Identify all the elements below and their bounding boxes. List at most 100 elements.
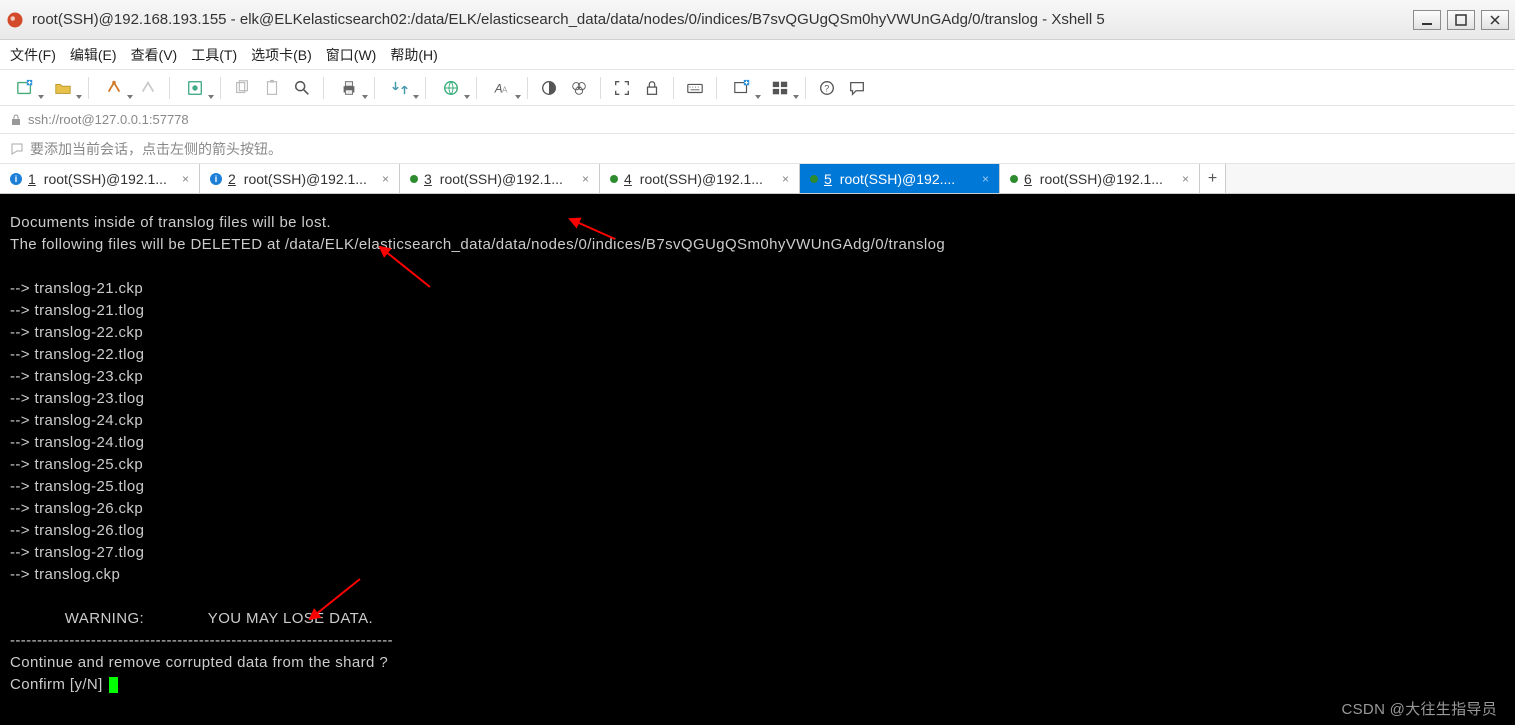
term-line: --> translog-22.ckp — [10, 324, 143, 341]
status-dot-icon — [610, 175, 618, 183]
term-line: Documents inside of translog files will … — [10, 214, 331, 231]
menu-options[interactable]: 选项卡(B) — [251, 45, 312, 65]
info-icon: i — [10, 173, 22, 185]
term-line: --> translog-26.ckp — [10, 500, 143, 517]
status-dot-icon — [410, 175, 418, 183]
svg-text:?: ? — [824, 83, 829, 93]
color-scheme-button[interactable] — [536, 75, 562, 101]
new-window-button[interactable] — [725, 75, 759, 101]
tile-button[interactable] — [763, 75, 797, 101]
separator — [527, 77, 528, 99]
tab-number: 5 — [824, 171, 832, 187]
font-button[interactable]: AA — [485, 75, 519, 101]
term-line: --> translog-23.tlog — [10, 390, 144, 407]
tab-close-icon[interactable]: × — [382, 172, 389, 186]
separator — [374, 77, 375, 99]
tab-label: root(SSH)@192.1... — [44, 171, 167, 187]
arrow-hint-icon — [10, 142, 24, 156]
menu-tools[interactable]: 工具(T) — [191, 45, 237, 65]
window-buttons — [1413, 10, 1509, 30]
session-tab-6[interactable]: 6 root(SSH)@192.1... × — [1000, 164, 1200, 193]
print-button[interactable] — [332, 75, 366, 101]
address-text[interactable]: ssh://root@127.0.0.1:57778 — [28, 112, 189, 127]
app-icon — [6, 11, 24, 29]
term-line: The following files will be DELETED at /… — [10, 236, 945, 253]
find-button[interactable] — [289, 75, 315, 101]
minimize-button[interactable] — [1413, 10, 1441, 30]
close-button[interactable] — [1481, 10, 1509, 30]
tab-label: root(SSH)@192.1... — [440, 171, 563, 187]
hint-text: 要添加当前会话，点击左侧的箭头按钮。 — [30, 139, 282, 159]
tab-close-icon[interactable]: × — [582, 172, 589, 186]
tab-number: 3 — [424, 171, 432, 187]
separator — [476, 77, 477, 99]
tab-label: root(SSH)@192.... — [840, 171, 955, 187]
reconnect-button[interactable] — [97, 75, 131, 101]
open-button[interactable] — [46, 75, 80, 101]
tab-number: 6 — [1024, 171, 1032, 187]
menu-edit[interactable]: 编辑(E) — [70, 45, 117, 65]
term-line: --> translog.ckp — [10, 566, 120, 583]
tab-close-icon[interactable]: × — [1182, 172, 1189, 186]
term-line: --> translog-24.ckp — [10, 412, 143, 429]
term-line: --> translog-26.tlog — [10, 522, 144, 539]
separator — [425, 77, 426, 99]
session-tab-2[interactable]: i2 root(SSH)@192.1... × — [200, 164, 400, 193]
hint-bar: 要添加当前会话，点击左侧的箭头按钮。 — [0, 134, 1515, 164]
session-tab-1[interactable]: i1 root(SSH)@192.1... × — [0, 164, 200, 193]
tab-close-icon[interactable]: × — [782, 172, 789, 186]
tab-close-icon[interactable]: × — [182, 172, 189, 186]
session-tab-3[interactable]: 3 root(SSH)@192.1... × — [400, 164, 600, 193]
separator — [220, 77, 221, 99]
term-prompt: Confirm [y/N] — [10, 676, 107, 693]
term-line: ----------------------------------------… — [10, 632, 393, 649]
separator — [600, 77, 601, 99]
tab-label: root(SSH)@192.1... — [1040, 171, 1163, 187]
help-button[interactable]: ? — [814, 75, 840, 101]
term-line: --> translog-27.tlog — [10, 544, 144, 561]
color-schemes-button[interactable] — [566, 75, 592, 101]
term-line: --> translog-25.ckp — [10, 456, 143, 473]
term-line: --> translog-24.tlog — [10, 434, 144, 451]
title-bar: root(SSH)@192.168.193.155 - elk@ELKelast… — [0, 0, 1515, 40]
svg-text:A: A — [502, 85, 508, 94]
menu-file[interactable]: 文件(F) — [10, 45, 56, 65]
tab-close-icon[interactable]: × — [982, 172, 989, 186]
term-line: Continue and remove corrupted data from … — [10, 654, 388, 671]
session-tab-4[interactable]: 4 root(SSH)@192.1...× — [600, 164, 800, 193]
disconnect-button[interactable] — [135, 75, 161, 101]
address-bar: ssh://root@127.0.0.1:57778 — [0, 106, 1515, 134]
browser-button[interactable] — [434, 75, 468, 101]
menu-window[interactable]: 窗口(W) — [326, 45, 377, 65]
tab-number: 1 — [28, 171, 36, 187]
paste-button[interactable] — [259, 75, 285, 101]
new-session-button[interactable] — [8, 75, 42, 101]
separator — [323, 77, 324, 99]
cursor — [109, 677, 118, 693]
menu-help[interactable]: 帮助(H) — [390, 45, 437, 65]
separator — [88, 77, 89, 99]
lock-icon — [10, 114, 22, 126]
watermark: CSDN @大往生指导员 — [1342, 698, 1498, 719]
menu-bar: 文件(F) 编辑(E) 查看(V) 工具(T) 选项卡(B) 窗口(W) 帮助(… — [0, 40, 1515, 70]
new-tab-button[interactable]: + — [1200, 164, 1226, 193]
session-tab-5[interactable]: 5 root(SSH)@192.... × — [800, 164, 1000, 193]
menu-view[interactable]: 查看(V) — [131, 45, 178, 65]
properties-button[interactable] — [178, 75, 212, 101]
tab-label: root(SSH)@192.1... — [244, 171, 367, 187]
separator — [716, 77, 717, 99]
tab-number: 2 — [228, 171, 236, 187]
terminal-output[interactable]: Documents inside of translog files will … — [0, 194, 1515, 725]
info-icon: i — [210, 173, 222, 185]
toolbar: AA ? — [0, 70, 1515, 106]
window-title: root(SSH)@192.168.193.155 - elk@ELKelast… — [32, 11, 1413, 28]
copy-button[interactable] — [229, 75, 255, 101]
chat-icon[interactable] — [844, 75, 870, 101]
lock-button[interactable] — [639, 75, 665, 101]
keyboard-button[interactable] — [682, 75, 708, 101]
status-dot-icon — [1010, 175, 1018, 183]
term-line: --> translog-25.tlog — [10, 478, 144, 495]
transfer-button[interactable] — [383, 75, 417, 101]
fullscreen-button[interactable] — [609, 75, 635, 101]
maximize-button[interactable] — [1447, 10, 1475, 30]
